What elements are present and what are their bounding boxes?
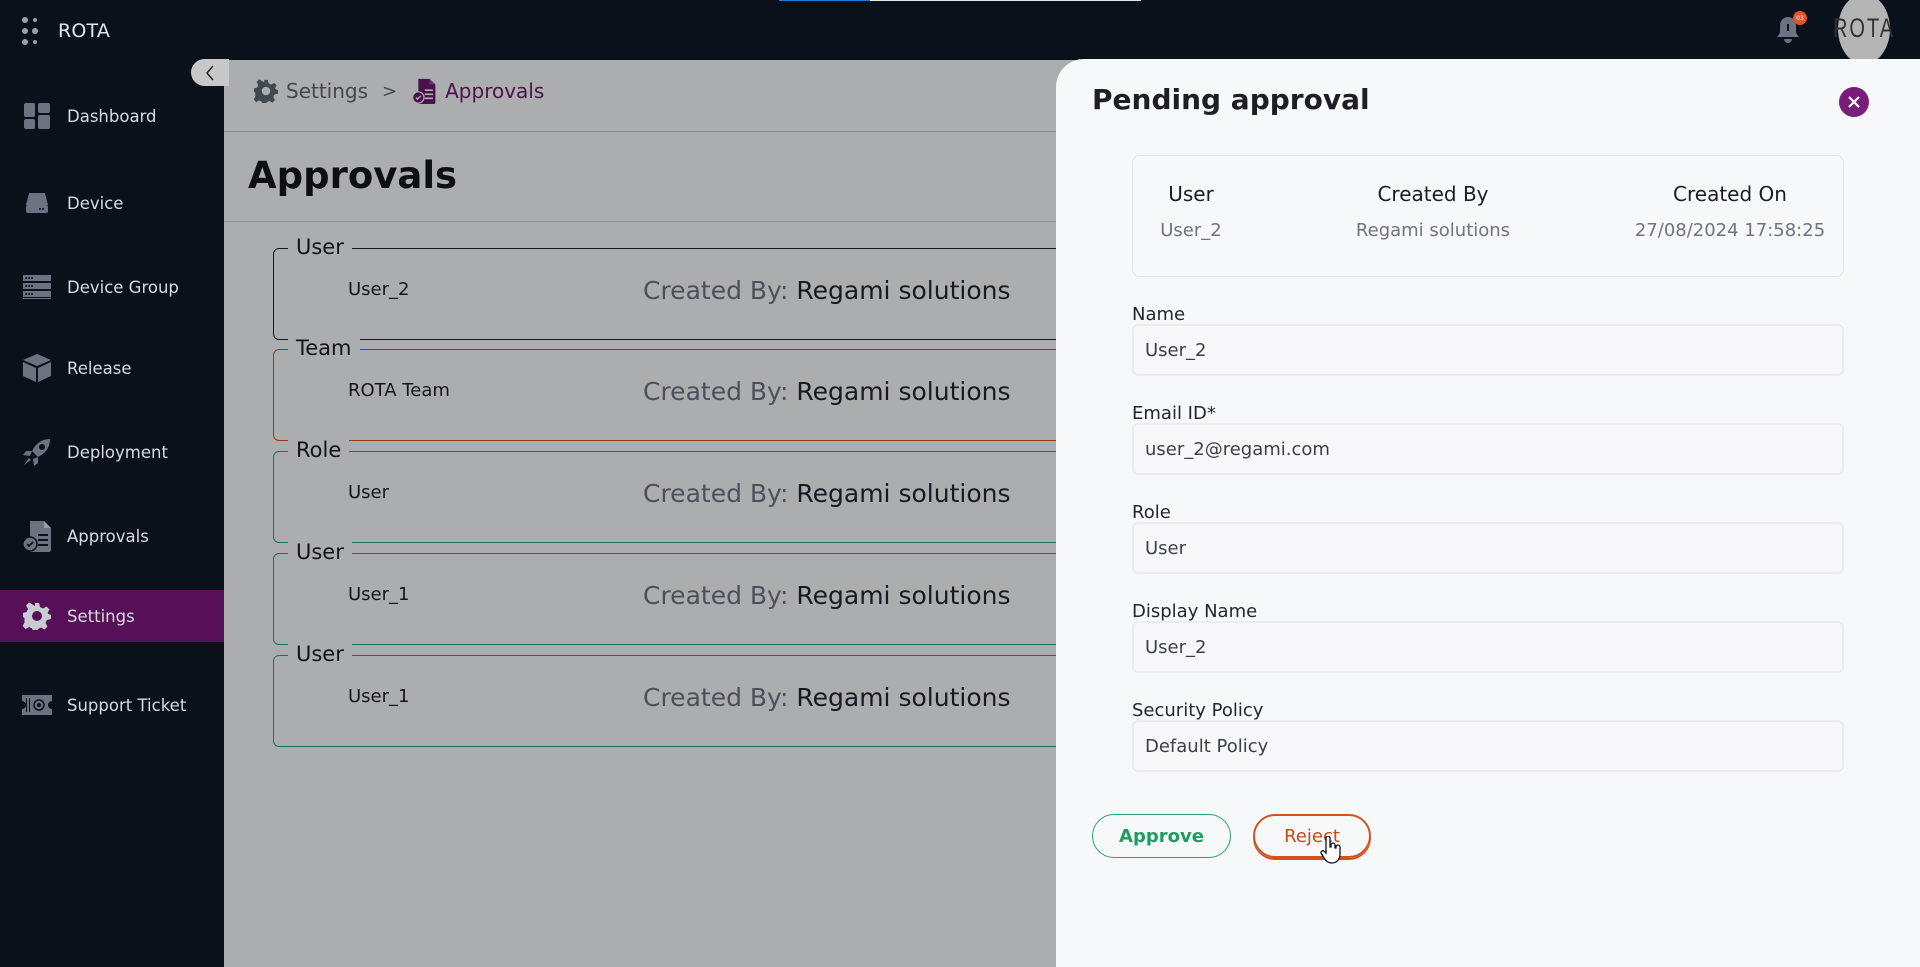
- sidebar-item-label: Deployment: [67, 442, 168, 462]
- pending-approval-drawer: Pending approval User User_2 Created By …: [1056, 59, 1920, 967]
- device-group-icon: [22, 273, 52, 301]
- card-type: Team: [288, 333, 360, 363]
- loading-progress-bar: [779, 0, 1141, 1]
- gear-icon: [254, 79, 278, 103]
- summary-header: Created By: [1377, 182, 1489, 206]
- approvals-document-icon: [22, 521, 52, 552]
- name-label: Name: [1132, 304, 1186, 325]
- release-box-icon: [22, 354, 52, 382]
- breadcrumb-approvals: Approvals: [411, 78, 544, 104]
- sidebar-item-label: Dashboard: [67, 106, 157, 126]
- breadcrumb-settings-label: Settings: [286, 79, 369, 103]
- sidebar-item-label: Support Ticket: [67, 695, 187, 715]
- card-type: User: [288, 639, 352, 669]
- loading-progress-fill: [779, 0, 870, 1]
- email-field[interactable]: user_2@regami.com: [1132, 423, 1844, 475]
- summary-user: User User_2: [1141, 182, 1241, 241]
- summary-value: Regami solutions: [1355, 220, 1511, 241]
- created-by-label: Created By:: [643, 683, 789, 712]
- approval-summary: User User_2 Created By Regami solutions …: [1132, 155, 1844, 277]
- sidebar-item-approvals[interactable]: Approvals: [0, 510, 224, 562]
- card-created-by: Created By: Regami solutions: [643, 581, 1010, 610]
- card-type: Role: [288, 435, 350, 465]
- card-item-name: User_1: [348, 686, 410, 707]
- summary-header: User: [1168, 182, 1214, 206]
- display-name-label: Display Name: [1132, 601, 1258, 622]
- page-title: Approvals: [248, 154, 458, 197]
- card-created-by: Created By: Regami solutions: [643, 377, 1010, 406]
- sidebar-item-release[interactable]: Release: [0, 342, 224, 394]
- sidebar-item-label: Device: [67, 193, 124, 213]
- dashboard-icon: [22, 102, 52, 130]
- rocket-icon: [22, 438, 52, 466]
- apps-menu-icon[interactable]: [22, 16, 40, 46]
- drawer-title: Pending approval: [1092, 83, 1370, 116]
- sidebar-item-dashboard[interactable]: Dashboard: [0, 90, 224, 142]
- name-field[interactable]: User_2: [1132, 324, 1844, 376]
- sidebar-item-deployment[interactable]: Deployment: [0, 426, 224, 478]
- display-name-field[interactable]: User_2: [1132, 621, 1844, 673]
- card-item-name: User_1: [348, 584, 410, 605]
- summary-created-by: Created By Regami solutions: [1313, 182, 1553, 241]
- summary-value: User_2: [1160, 220, 1222, 241]
- security-policy-label: Security Policy: [1132, 700, 1264, 721]
- card-created-by: Created By: Regami solutions: [643, 479, 1010, 508]
- breadcrumb-approvals-label: Approvals: [445, 79, 545, 103]
- sidebar-item-device-group[interactable]: Device Group: [0, 261, 224, 313]
- created-by-value: Regami solutions: [796, 683, 1011, 712]
- card-item-name: User: [348, 482, 390, 503]
- role-field[interactable]: User: [1132, 522, 1844, 574]
- created-by-label: Created By:: [643, 479, 789, 508]
- summary-value: 27/08/2024 17:58:25: [1634, 220, 1826, 241]
- top-bar: ROTA 03 ROTA: [0, 0, 1920, 65]
- sidebar-item-label: Approvals: [67, 526, 149, 546]
- chevron-left-icon: [206, 65, 214, 80]
- sidebar: Dashboard Device Device Group Release De…: [0, 60, 224, 967]
- close-icon: [1848, 96, 1860, 108]
- created-by-label: Created By:: [643, 276, 789, 305]
- sidebar-item-support-ticket[interactable]: Support Ticket: [0, 679, 224, 731]
- close-drawer-button[interactable]: [1839, 87, 1869, 117]
- role-label: Role: [1132, 502, 1171, 523]
- user-avatar[interactable]: ROTA: [1833, 0, 1893, 65]
- created-by-label: Created By:: [643, 377, 789, 406]
- created-by-value: Regami solutions: [796, 479, 1011, 508]
- collapse-sidebar-button[interactable]: [191, 59, 229, 86]
- sidebar-item-label: Release: [67, 358, 132, 378]
- brand[interactable]: ROTA: [22, 16, 110, 46]
- breadcrumb: Settings > Approvals: [254, 78, 544, 104]
- card-created-by: Created By: Regami solutions: [643, 276, 1010, 305]
- created-by-value: Regami solutions: [796, 377, 1011, 406]
- device-icon: [22, 189, 52, 217]
- sidebar-item-device[interactable]: Device: [0, 177, 224, 229]
- hand-pointer-cursor-icon: [1320, 836, 1341, 864]
- card-type: User: [288, 537, 352, 567]
- created-by-label: Created By:: [643, 581, 789, 610]
- notification-badge: 03: [1793, 11, 1807, 25]
- card-created-by: Created By: Regami solutions: [643, 683, 1010, 712]
- ticket-icon: [22, 691, 52, 719]
- security-policy-field[interactable]: Default Policy: [1132, 720, 1844, 772]
- created-by-value: Regami solutions: [796, 581, 1011, 610]
- sidebar-item-settings[interactable]: Settings: [0, 590, 224, 642]
- gear-icon: [22, 602, 52, 630]
- reject-button[interactable]: Reject: [1253, 814, 1371, 858]
- card-item-name: ROTA Team: [348, 380, 450, 401]
- approvals-document-icon: [412, 78, 436, 104]
- approve-button[interactable]: Approve: [1092, 814, 1231, 858]
- breadcrumb-separator: >: [382, 80, 398, 102]
- email-label: Email ID*: [1132, 403, 1216, 424]
- created-by-value: Regami solutions: [796, 276, 1011, 305]
- summary-header: Created On: [1673, 182, 1787, 206]
- sidebar-item-label: Device Group: [67, 277, 179, 297]
- breadcrumb-settings[interactable]: Settings: [254, 79, 368, 103]
- card-type: User: [288, 232, 352, 262]
- summary-created-on: Created On 27/08/2024 17:58:25: [1623, 182, 1837, 241]
- brand-name: ROTA: [58, 20, 111, 42]
- card-item-name: User_2: [348, 279, 410, 300]
- sidebar-item-label: Settings: [67, 606, 135, 626]
